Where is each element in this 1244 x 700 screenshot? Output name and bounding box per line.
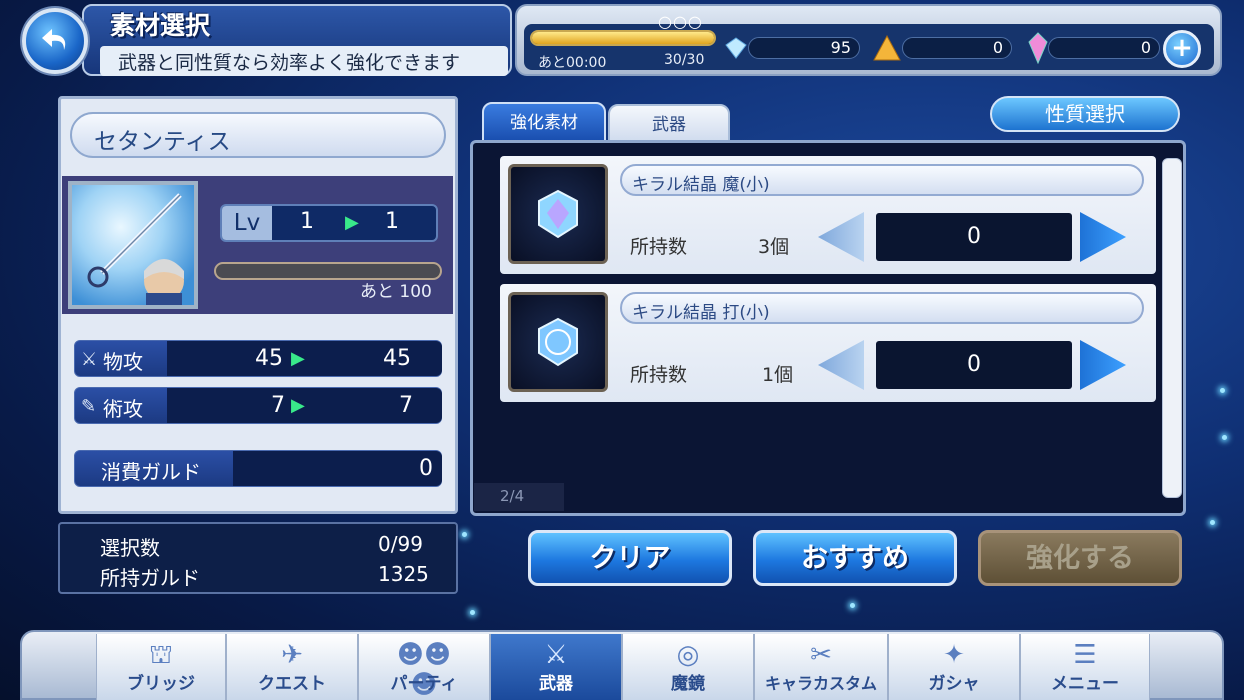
- gem-icon: [724, 36, 748, 60]
- trait-select-button[interactable]: 性質選択: [990, 96, 1180, 132]
- nav-item-party[interactable]: ☻☻☻ パーティ: [358, 634, 490, 700]
- list-scrollbar[interactable]: [1162, 158, 1182, 498]
- gem-count: 95: [748, 37, 860, 59]
- stamina-dots: ○○○: [658, 12, 703, 31]
- weapon-name: セタンティス: [70, 112, 446, 158]
- level-label: Lv: [222, 206, 272, 240]
- weapon-icon: ⚔: [544, 640, 568, 670]
- gil-cost-row: 消費ガルド 0: [74, 450, 442, 487]
- material-card: キラル結晶 魔(小) 所持数 3個 0: [500, 156, 1156, 274]
- level-from: 1: [300, 209, 314, 234]
- stat-label: 物攻: [103, 350, 143, 374]
- selected-count: 0/99: [378, 532, 423, 556]
- crystal-strike-icon: [508, 292, 608, 392]
- stat-from: 7: [271, 393, 285, 418]
- sparkle: [1210, 520, 1215, 525]
- stamina-value: 30/30: [664, 52, 705, 68]
- stamina-bar-fill: [532, 32, 714, 44]
- increase-button[interactable]: [1080, 212, 1126, 262]
- tab-enhance-materials[interactable]: 強化素材: [482, 102, 606, 142]
- selection-summary: 選択数 0/99 所持ガルド 1325: [58, 522, 458, 594]
- tab-weapons[interactable]: 武器: [608, 104, 730, 144]
- decrease-button[interactable]: [818, 340, 864, 390]
- page-title: 素材選択: [110, 11, 211, 40]
- nav-item-menu[interactable]: ☰ メニュー: [1020, 634, 1150, 700]
- crystal-shard-count: 0: [902, 37, 1012, 59]
- crystal-shard-icon: [872, 34, 902, 62]
- back-arrow-icon: [42, 29, 66, 50]
- sparkle: [470, 610, 475, 615]
- material-name: キラル結晶 打(小): [620, 292, 1144, 324]
- sparkle: [462, 532, 467, 537]
- prism-count: 0: [1048, 37, 1160, 59]
- sparkle: [1222, 435, 1227, 440]
- stat-label: 術攻: [103, 397, 143, 421]
- owned-label: 所持数: [630, 364, 688, 386]
- stat-arrow-icon: ▶: [291, 348, 305, 369]
- staff-icon: ✎: [81, 396, 97, 417]
- nav-item-quest[interactable]: ✈ クエスト: [226, 634, 358, 700]
- sparkle: [1220, 388, 1225, 393]
- stat-from: 45: [255, 346, 283, 371]
- material-card: キラル結晶 打(小) 所持数 1個 0: [500, 284, 1156, 402]
- menu-icon: ☰: [1073, 640, 1097, 670]
- owned-count: 1個: [762, 364, 794, 386]
- owned-gil-label: 所持ガルド: [100, 566, 200, 590]
- level-to: 1: [385, 209, 399, 234]
- gacha-icon: ✦: [943, 640, 965, 670]
- stamina-timer: あと00:00: [538, 55, 607, 71]
- nav-item-weapon[interactable]: ⚔ 武器: [490, 634, 622, 700]
- owned-count: 3個: [758, 236, 790, 258]
- purchase-plus-button[interactable]: +: [1163, 30, 1201, 68]
- stat-row-magic-attack: ✎ 術攻 7 ▶ 7: [74, 387, 442, 424]
- quantity-value: 0: [876, 213, 1072, 261]
- gil-cost-value: 0: [419, 456, 433, 481]
- prism-icon: [1028, 32, 1048, 65]
- selected-count-label: 選択数: [100, 536, 160, 560]
- stat-to: 7: [399, 393, 413, 418]
- gil-cost-label: 消費ガルド: [101, 460, 201, 484]
- exp-remaining: あと 100: [360, 282, 432, 302]
- decrease-button[interactable]: [818, 212, 864, 262]
- recommend-button[interactable]: おすすめ: [753, 530, 957, 586]
- sparkle: [850, 603, 855, 608]
- increase-button[interactable]: [1080, 340, 1126, 390]
- owned-gil: 1325: [378, 562, 429, 586]
- back-button[interactable]: [22, 8, 88, 74]
- quest-icon: ✈: [281, 640, 303, 670]
- level-arrow-icon: ▶: [345, 212, 359, 233]
- mirror-icon: ◎: [676, 640, 700, 670]
- page-indicator: 2/4: [474, 483, 564, 511]
- page-subtitle: 武器と同性質なら効率よく強化できます: [100, 46, 508, 76]
- enhance-button[interactable]: 強化する: [978, 530, 1182, 586]
- nav-item-character-custom[interactable]: ✂ キャラカスタム: [754, 634, 888, 700]
- material-name: キラル結晶 魔(小): [620, 164, 1144, 196]
- nav-item-bridge[interactable]: ⛫ ブリッジ: [96, 634, 226, 700]
- stat-row-physical-attack: ⚔ 物攻 45 ▶ 45: [74, 340, 442, 377]
- nav-item-mirror[interactable]: ◎ 魔鏡: [622, 634, 754, 700]
- quantity-value: 0: [876, 341, 1072, 389]
- character-custom-icon: ✂: [810, 640, 832, 670]
- owned-label: 所持数: [630, 236, 688, 258]
- nav-item-gacha[interactable]: ✦ ガシャ: [888, 634, 1020, 700]
- clear-button[interactable]: クリア: [528, 530, 732, 586]
- stat-to: 45: [383, 346, 411, 371]
- crystal-magic-icon: [508, 164, 608, 264]
- weapon-portrait: [68, 181, 198, 309]
- stat-arrow-icon: ▶: [291, 395, 305, 416]
